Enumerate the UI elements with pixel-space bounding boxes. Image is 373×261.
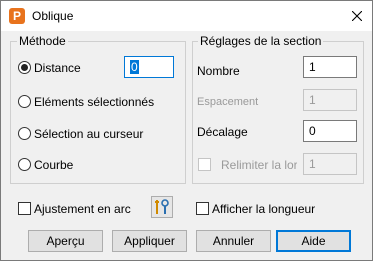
radio-courbe[interactable] xyxy=(18,158,31,171)
annuler-button[interactable]: Annuler xyxy=(196,230,271,252)
afficher-longueur-label[interactable]: Afficher la longueur xyxy=(212,202,315,216)
close-button[interactable] xyxy=(342,1,372,31)
radio-selection-curseur[interactable] xyxy=(18,127,31,140)
distance-input[interactable]: 0 xyxy=(124,56,174,78)
radio-selection-curseur-label[interactable]: Sélection au curseur xyxy=(34,127,143,141)
methode-group-title: Méthode xyxy=(17,34,68,48)
title-bar: P Oblique xyxy=(1,1,372,31)
ajustement-arc-checkbox[interactable] xyxy=(18,202,31,215)
decalage-input[interactable]: 0 xyxy=(303,120,357,142)
radio-distance[interactable] xyxy=(18,61,31,74)
oblique-dialog: P Oblique Méthode Distance 0 Eléments sé… xyxy=(0,0,373,261)
ajustement-arc-label[interactable]: Ajustement en arc xyxy=(34,202,131,216)
espacement-label: Espacement xyxy=(197,96,259,108)
nombre-label: Nombre xyxy=(197,64,240,78)
relimiter-input[interactable]: 1 xyxy=(303,153,357,175)
radio-elements-selectionnes-label[interactable]: Eléments sélectionnés xyxy=(34,95,154,109)
relimiter-label: Relimiter la lor xyxy=(221,158,297,172)
app-logo-icon: P xyxy=(9,8,25,24)
nombre-input[interactable]: 1 xyxy=(303,56,357,78)
close-icon xyxy=(352,11,362,21)
appliquer-button[interactable]: Appliquer xyxy=(112,230,187,252)
afficher-longueur-checkbox[interactable] xyxy=(196,202,209,215)
window-title: Oblique xyxy=(32,9,74,23)
apercu-button[interactable]: Aperçu xyxy=(28,230,103,252)
radio-elements-selectionnes[interactable] xyxy=(18,95,31,108)
aide-button[interactable]: Aide xyxy=(276,230,351,252)
reglages-group-title: Réglages de la section xyxy=(198,34,324,48)
relimiter-checkbox[interactable] xyxy=(198,158,211,171)
radio-distance-label[interactable]: Distance xyxy=(34,61,81,75)
decalage-label: Décalage xyxy=(197,125,248,139)
distance-value: 0 xyxy=(130,60,139,74)
espacement-input[interactable]: 1 xyxy=(303,89,357,111)
wrench-icon xyxy=(155,199,169,214)
arc-settings-button[interactable] xyxy=(151,196,173,218)
radio-courbe-label[interactable]: Courbe xyxy=(34,158,73,172)
